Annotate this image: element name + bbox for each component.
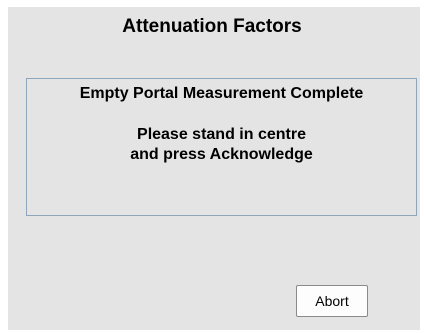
message-panel: Empty Portal Measurement Complete Please… xyxy=(26,78,417,216)
message-heading: Empty Portal Measurement Complete xyxy=(79,85,364,102)
attenuation-factors-dialog: Attenuation Factors Empty Portal Measure… xyxy=(8,7,420,330)
abort-button[interactable]: Abort xyxy=(296,285,368,317)
dialog-title: Attenuation Factors xyxy=(122,16,302,37)
instruction-line-2: and press Acknowledge xyxy=(130,146,313,163)
instruction-line-1: Please stand in centre xyxy=(137,126,306,143)
